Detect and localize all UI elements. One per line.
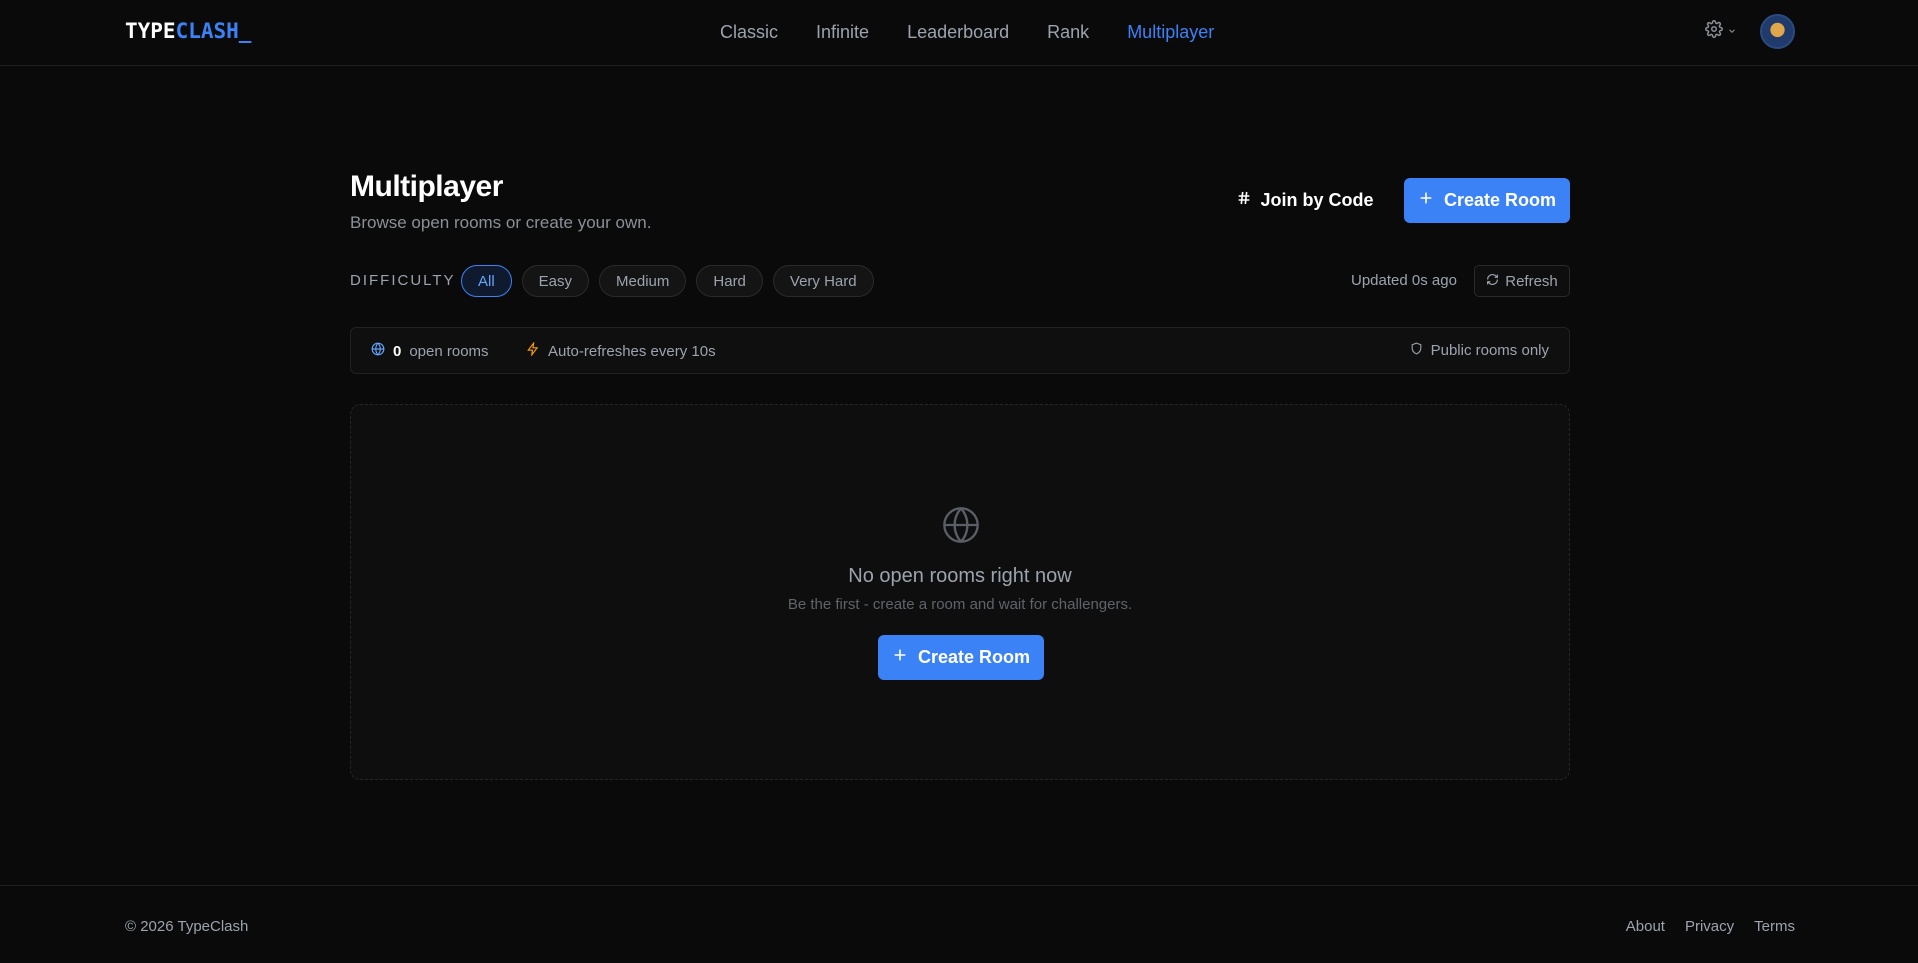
empty-create-room-label: Create Room bbox=[917, 647, 1031, 667]
main-nav: Classic Infinite Leaderboard Rank Multip… bbox=[720, 22, 1214, 44]
bolt-icon bbox=[526, 341, 540, 360]
rooms-count: 0 bbox=[393, 342, 402, 360]
join-by-code-label: Join by Code bbox=[1260, 190, 1374, 210]
settings-button[interactable] bbox=[1705, 20, 1737, 43]
auto-refresh-label: Auto-refreshes every 10s bbox=[548, 342, 716, 360]
nav-rank[interactable]: Rank bbox=[1047, 22, 1089, 44]
chevron-down-icon bbox=[1727, 23, 1737, 41]
public-only-note: Public rooms only bbox=[1410, 342, 1549, 359]
auto-refresh-note: Auto-refreshes every 10s bbox=[526, 341, 716, 360]
chip-all[interactable]: All bbox=[461, 265, 512, 297]
gear-icon bbox=[1705, 20, 1723, 43]
nav-infinite[interactable]: Infinite bbox=[816, 22, 869, 44]
empty-subtitle: Be the first - create a room and wait fo… bbox=[787, 596, 1133, 613]
logo-clash: CLASH_ bbox=[175, 19, 252, 43]
refresh-button[interactable]: Refresh bbox=[1474, 265, 1570, 297]
create-room-button[interactable]: Create Room bbox=[1404, 178, 1570, 223]
logo[interactable]: TYPECLASH_ bbox=[125, 19, 251, 43]
copyright: © 2026 TypeClash bbox=[125, 918, 249, 935]
nav-classic[interactable]: Classic bbox=[720, 22, 778, 44]
refresh-icon bbox=[1486, 273, 1499, 290]
footer: © 2026 TypeClash About Privacy Terms bbox=[0, 885, 1918, 963]
rooms-count-label: open rooms bbox=[409, 342, 489, 360]
chip-very-hard[interactable]: Very Hard bbox=[772, 265, 874, 297]
open-rooms-count: 0 open rooms bbox=[371, 342, 489, 360]
page-subtitle: Browse open rooms or create your own. bbox=[350, 213, 652, 232]
refresh-label: Refresh bbox=[1505, 272, 1558, 290]
top-header: TYPECLASH_ Classic Infinite Leaderboard … bbox=[0, 0, 1918, 66]
footer-privacy-link[interactable]: Privacy bbox=[1685, 918, 1734, 935]
plus-icon bbox=[892, 647, 908, 668]
chip-medium[interactable]: Medium bbox=[599, 265, 687, 297]
plus-icon bbox=[1418, 190, 1434, 211]
chip-easy[interactable]: Easy bbox=[521, 265, 590, 297]
chip-hard[interactable]: Hard bbox=[696, 265, 763, 297]
page-title: Multiplayer bbox=[350, 170, 503, 203]
hash-icon bbox=[1236, 190, 1252, 211]
difficulty-label: DIFFICULTY bbox=[350, 272, 456, 289]
public-only-label: Public rooms only bbox=[1430, 342, 1549, 359]
empty-title: No open rooms right now bbox=[848, 565, 1072, 587]
footer-links: About Privacy Terms bbox=[1626, 918, 1795, 935]
join-by-code-button[interactable]: Join by Code bbox=[1230, 178, 1380, 223]
difficulty-filters: All Easy Medium Hard Very Hard bbox=[461, 265, 874, 297]
nav-multiplayer[interactable]: Multiplayer bbox=[1127, 22, 1214, 44]
globe-icon bbox=[371, 342, 385, 360]
updated-status: Updated 0s ago bbox=[1351, 272, 1457, 289]
rooms-info-bar: 0 open rooms Auto-refreshes every 10s Pu… bbox=[350, 327, 1570, 374]
globe-icon bbox=[941, 505, 981, 550]
footer-about-link[interactable]: About bbox=[1626, 918, 1665, 935]
empty-state: No open rooms right now Be the first - c… bbox=[350, 404, 1570, 780]
footer-terms-link[interactable]: Terms bbox=[1754, 918, 1795, 935]
logo-type: TYPE bbox=[125, 19, 176, 43]
nav-leaderboard[interactable]: Leaderboard bbox=[907, 22, 1009, 44]
create-room-label: Create Room bbox=[1443, 190, 1557, 210]
shield-icon bbox=[1410, 342, 1423, 359]
empty-create-room-button[interactable]: Create Room bbox=[878, 635, 1044, 680]
avatar[interactable] bbox=[1760, 14, 1795, 49]
